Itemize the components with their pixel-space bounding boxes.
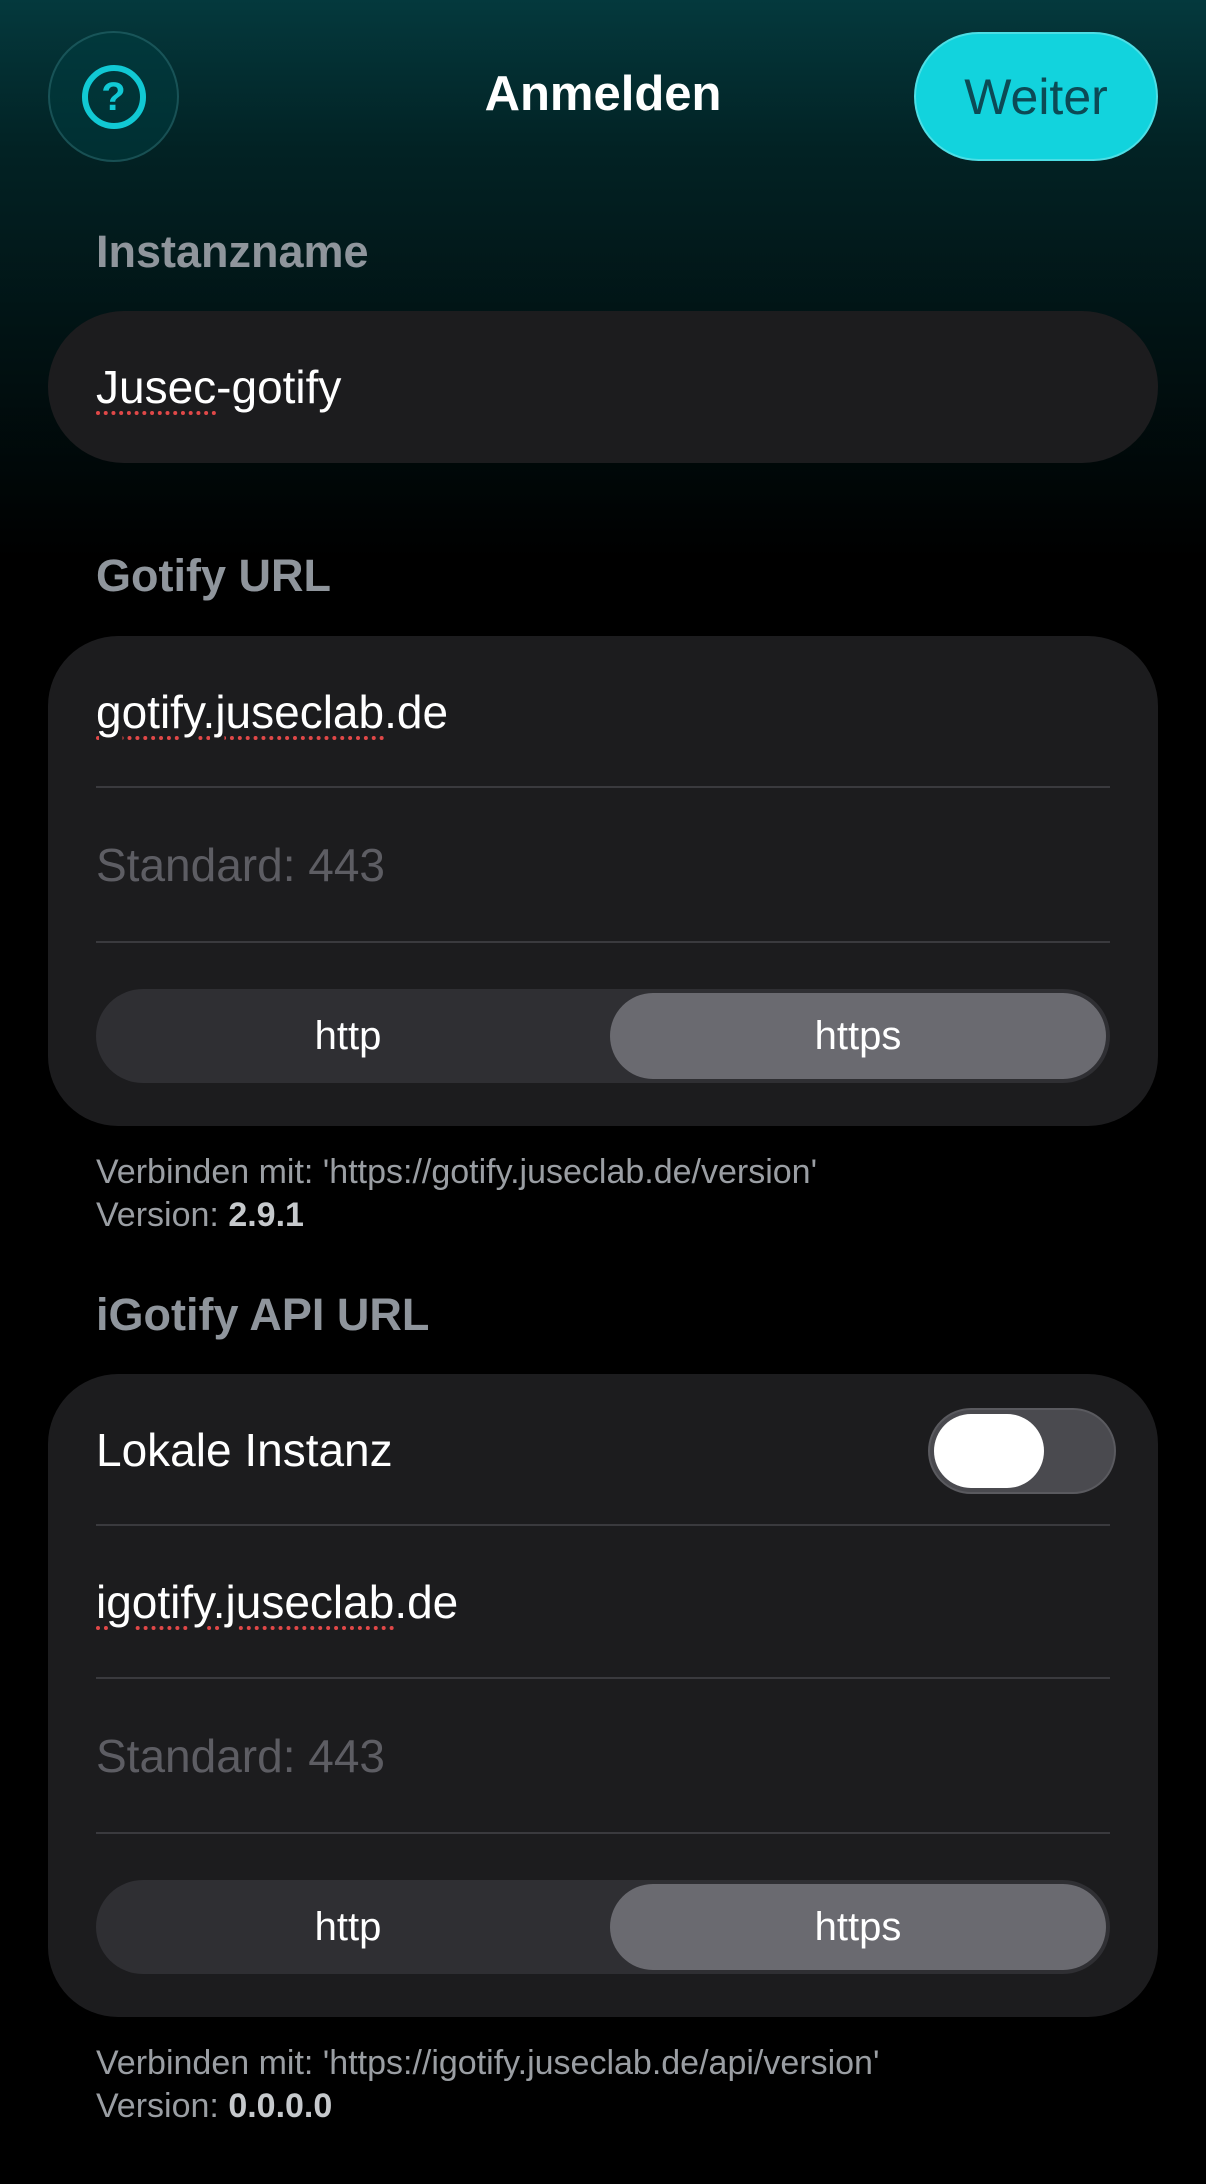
gotify-connect-text: Verbinden mit: 'https://gotify.juseclab.… [96,1153,818,1191]
gotify-version-line: Version: 2.9.1 [96,1194,817,1237]
instance-name-rest: -gotify [216,361,342,413]
igotify-version-label: Version: [96,2087,229,2125]
gotify-protocol-http[interactable]: http [100,993,596,1079]
next-button[interactable]: Weiter [914,32,1158,161]
igotify-connect-text: Verbinden mit: 'https://igotify.juseclab… [96,2044,880,2082]
gotify-host-value: gotify.juseclab.de [96,685,448,739]
igotify-protocol-https[interactable]: https [610,1884,1106,1970]
igotify-port-placeholder: Standard: 443 [96,1730,386,1782]
gotify-url-label: Gotify URL [96,550,331,601]
gotify-protocol-picker: http https [96,989,1110,1083]
gotify-protocol-https[interactable]: https [610,993,1106,1079]
igotify-connection-info: Verbinden mit: 'https://igotify.juseclab… [96,2042,879,2128]
divider [96,1832,1110,1834]
instance-name-input[interactable]: Jusec-gotify [96,311,1110,463]
igotify-host-value: igotify.juseclab.de [96,1575,458,1629]
igotify-port-input[interactable]: Standard: 443 [96,1679,1110,1833]
login-screen: ? Anmelden Weiter Instanzname Jusec-goti… [0,0,1206,2184]
instance-name-label: Instanzname [96,226,369,277]
igotify-url-label: iGotify API URL [96,1289,430,1340]
igotify-version-value: 0.0.0.0 [228,2087,333,2125]
gotify-host-input[interactable]: gotify.juseclab.de [96,636,1110,788]
gotify-port-placeholder: Standard: 443 [96,839,386,891]
instance-name-value: Jusec-gotify [96,360,341,414]
instance-name-card: Jusec-gotify [48,311,1158,463]
igotify-version-line: Version: 0.0.0.0 [96,2085,879,2128]
igotify-protocol-http[interactable]: http [100,1884,596,1970]
igotify-host-suffix: .de [394,1576,459,1628]
divider [96,941,1110,943]
gotify-version-value: 2.9.1 [228,1196,304,1234]
gotify-host-misspelled-part: gotify.juseclab [96,686,385,738]
gotify-url-card: gotify.juseclab.de Standard: 443 http ht… [48,636,1158,1126]
local-instance-toggle[interactable] [928,1408,1116,1494]
igotify-host-input[interactable]: igotify.juseclab.de [96,1526,1110,1678]
igotify-protocol-picker: http https [96,1880,1110,1974]
instance-name-misspelled-part: Jusec [96,361,217,413]
question-mark-icon: ? [81,64,146,129]
igotify-host-misspelled-part: igotify.juseclab [96,1576,395,1628]
gotify-port-input[interactable]: Standard: 443 [96,788,1110,942]
gotify-version-label: Version: [96,1196,229,1234]
igotify-url-card: Lokale Instanz igotify.juseclab.de Stand… [48,1374,1158,2017]
local-instance-label: Lokale Instanz [96,1424,393,1476]
toggle-knob [934,1414,1044,1488]
gotify-host-suffix: .de [384,686,449,738]
help-button[interactable]: ? [48,31,179,162]
gotify-connection-info: Verbinden mit: 'https://gotify.juseclab.… [96,1151,817,1237]
